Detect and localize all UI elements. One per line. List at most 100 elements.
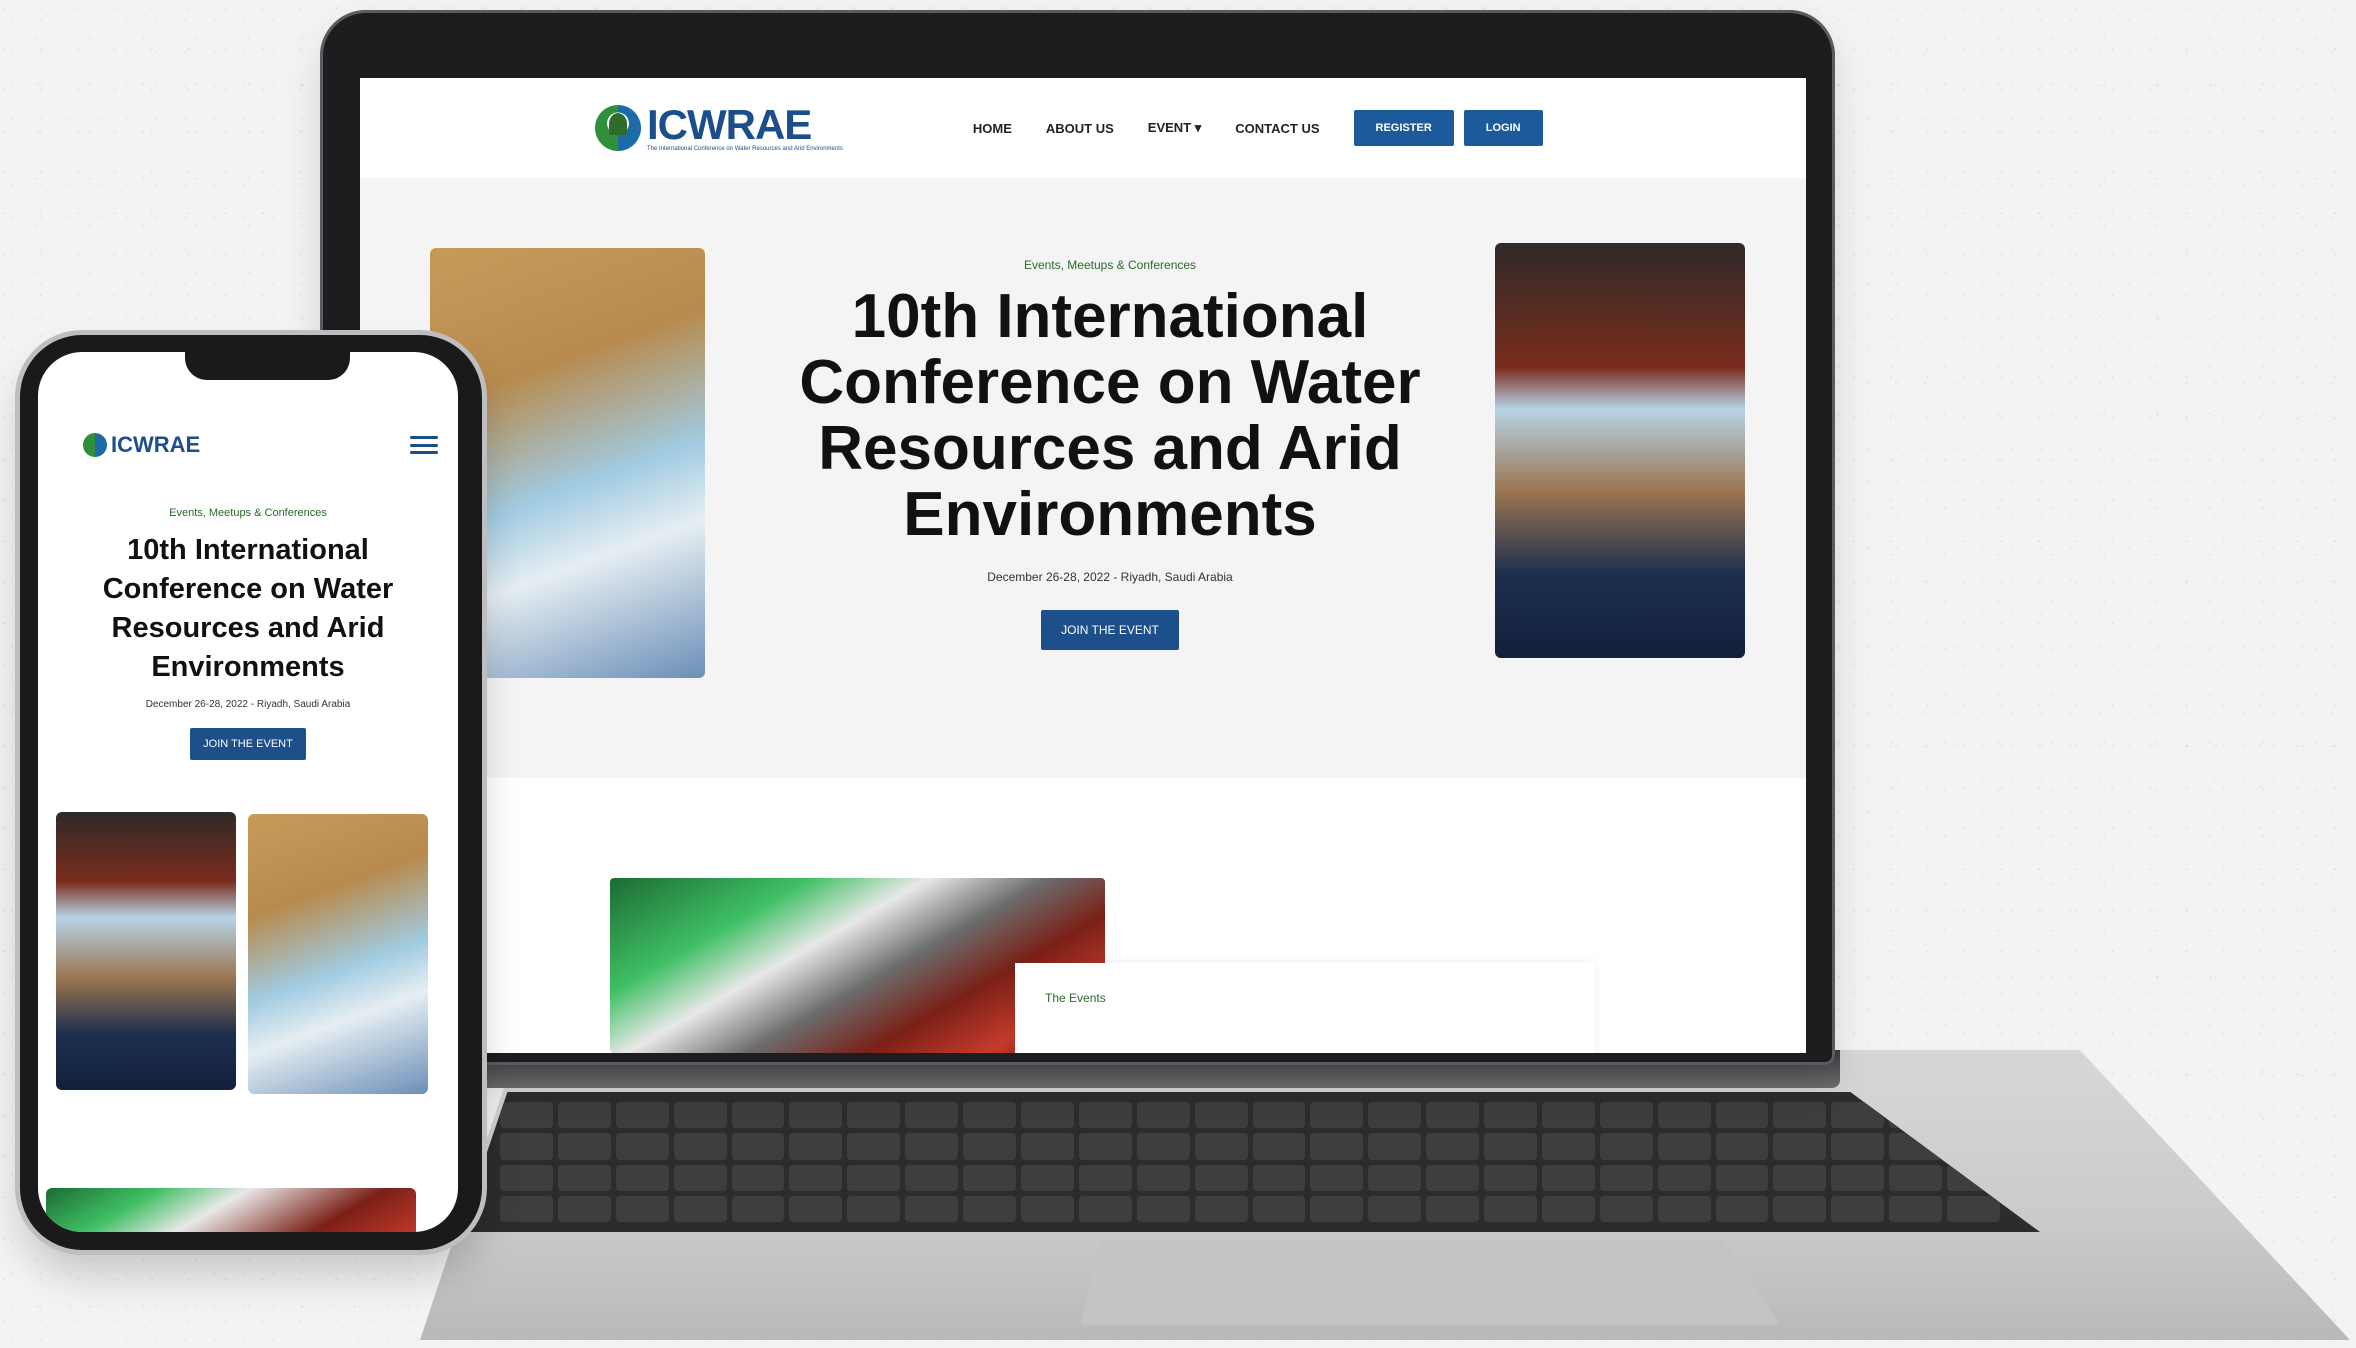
keyboard-key — [1368, 1195, 1422, 1222]
keyboard-key — [789, 1133, 843, 1160]
phone-notch — [185, 340, 350, 380]
keyboard-key — [1136, 1102, 1190, 1129]
keyboard-key — [905, 1102, 959, 1129]
keyboard-key — [673, 1133, 727, 1160]
nav-contact-us[interactable]: CONTACT US — [1235, 121, 1319, 136]
keyboard-key — [1252, 1195, 1306, 1222]
keyboard-key — [1426, 1195, 1480, 1222]
keyboard-key — [1136, 1133, 1190, 1160]
keyboard-key — [1541, 1195, 1595, 1222]
keyboard-key — [1252, 1102, 1306, 1129]
keyboard-key — [1889, 1164, 1943, 1191]
laptop-screen: ICWRAE The International Conference on W… — [360, 78, 1806, 1053]
keyboard-key — [905, 1195, 959, 1222]
keyboard-key — [1541, 1164, 1595, 1191]
logo-icon — [595, 105, 641, 151]
keyboard-key — [673, 1195, 727, 1222]
keyboard-key — [1657, 1102, 1711, 1129]
keyboard-key — [731, 1133, 785, 1160]
logo-subtitle: The International Conference on Water Re… — [647, 146, 843, 152]
keyboard-key — [1541, 1133, 1595, 1160]
keyboard-key — [963, 1164, 1016, 1191]
keyboard-key — [500, 1133, 553, 1160]
join-event-button[interactable]: JOIN THE EVENT — [1041, 610, 1179, 650]
laptop-keyboard — [460, 1092, 2040, 1232]
logo-text: ICWRAE — [647, 101, 812, 148]
keyboard-key — [500, 1102, 553, 1129]
site-logo[interactable]: ICWRAE The International Conference on W… — [595, 104, 843, 152]
keyboard-key — [1368, 1164, 1422, 1191]
keyboard-key — [789, 1102, 843, 1129]
keyboard-key — [1773, 1133, 1827, 1160]
keyboard-key — [1889, 1195, 1943, 1222]
keyboard-key — [615, 1102, 669, 1129]
events-section-label: The Events — [1045, 991, 1106, 1005]
keyboard-key — [847, 1102, 901, 1129]
mobile-title: 10th International Conference on Water R… — [102, 534, 394, 683]
keyboard-key — [1831, 1133, 1885, 1160]
keyboard-key — [963, 1102, 1016, 1129]
nav-event-dropdown[interactable]: EVENT ▾ — [1148, 120, 1201, 136]
keyboard-key — [1947, 1195, 2000, 1222]
keyboard-key — [1078, 1102, 1132, 1129]
keyboard-key — [1310, 1164, 1364, 1191]
keyboard-key — [1484, 1195, 1537, 1222]
keyboard-key — [1831, 1195, 1885, 1222]
hero-eyebrow: Events, Meetups & Conferences — [1023, 258, 1197, 272]
keyboard-key — [500, 1164, 553, 1191]
keyboard-key — [557, 1164, 611, 1191]
laptop-trackpad — [1080, 1240, 1780, 1325]
register-button[interactable]: REGISTER — [1353, 110, 1454, 146]
keyboard-key — [905, 1133, 959, 1160]
hero-title: 10th International Conference on Water R… — [799, 282, 1421, 549]
mobile-logo-text: ICWRAE — [111, 432, 201, 457]
keyboard-key — [789, 1195, 843, 1222]
keyboard-key — [1657, 1195, 1711, 1222]
mobile-logo[interactable]: ICWRAE — [83, 432, 200, 458]
keyboard-key — [1773, 1102, 1827, 1129]
nav-about-us[interactable]: ABOUT US — [1046, 121, 1114, 136]
keyboard-key — [731, 1164, 785, 1191]
keyboard-key — [615, 1195, 669, 1222]
keyboard-key — [1194, 1195, 1248, 1222]
keyboard-key — [1599, 1133, 1653, 1160]
keyboard-key — [1194, 1164, 1248, 1191]
keyboard-key — [557, 1133, 611, 1160]
keyboard-key — [1541, 1102, 1595, 1129]
keyboard-key — [1078, 1195, 1132, 1222]
keyboard-key — [1773, 1195, 1827, 1222]
nav-home[interactable]: HOME — [973, 121, 1012, 136]
mobile-join-event-button[interactable]: JOIN THE EVENT — [190, 728, 306, 760]
hamburger-menu-icon[interactable] — [410, 436, 438, 454]
keyboard-key — [1657, 1133, 1711, 1160]
keyboard-key — [1657, 1164, 1711, 1191]
mobile-date: December 26-28, 2022 - Riyadh, Saudi Ara… — [145, 699, 351, 710]
keyboard-key — [1136, 1195, 1190, 1222]
keyboard-key — [789, 1164, 843, 1191]
keyboard-key — [1020, 1133, 1074, 1160]
mobile-image-lobby — [248, 814, 428, 1094]
keyboard-key — [847, 1133, 901, 1160]
keyboard-key — [1484, 1164, 1537, 1191]
keyboard-key — [673, 1164, 727, 1191]
keyboard-key — [1426, 1164, 1480, 1191]
logo-icon — [83, 433, 107, 457]
keyboard-key — [1194, 1133, 1248, 1160]
keyboard-key — [615, 1164, 669, 1191]
keyboard-key — [847, 1195, 901, 1222]
mobile-hero: Events, Meetups & Conferences 10th Inter… — [38, 507, 458, 760]
hero-image-hall — [1495, 243, 1745, 658]
login-button[interactable]: LOGIN — [1463, 110, 1543, 146]
keyboard-key — [1484, 1133, 1537, 1160]
phone-screen: ICWRAE Events, Meetups & Conferences 10t… — [38, 352, 458, 1232]
keyboard-key — [1426, 1133, 1480, 1160]
keyboard-key — [673, 1102, 727, 1129]
keyboard-key — [731, 1195, 785, 1222]
keyboard-key — [905, 1164, 959, 1191]
keyboard-key — [1715, 1164, 1769, 1191]
keyboard-key — [963, 1133, 1016, 1160]
keyboard-key — [1715, 1195, 1769, 1222]
keyboard-key — [1831, 1164, 1885, 1191]
site-navbar: ICWRAE The International Conference on W… — [360, 78, 1806, 178]
keyboard-key — [1078, 1133, 1132, 1160]
